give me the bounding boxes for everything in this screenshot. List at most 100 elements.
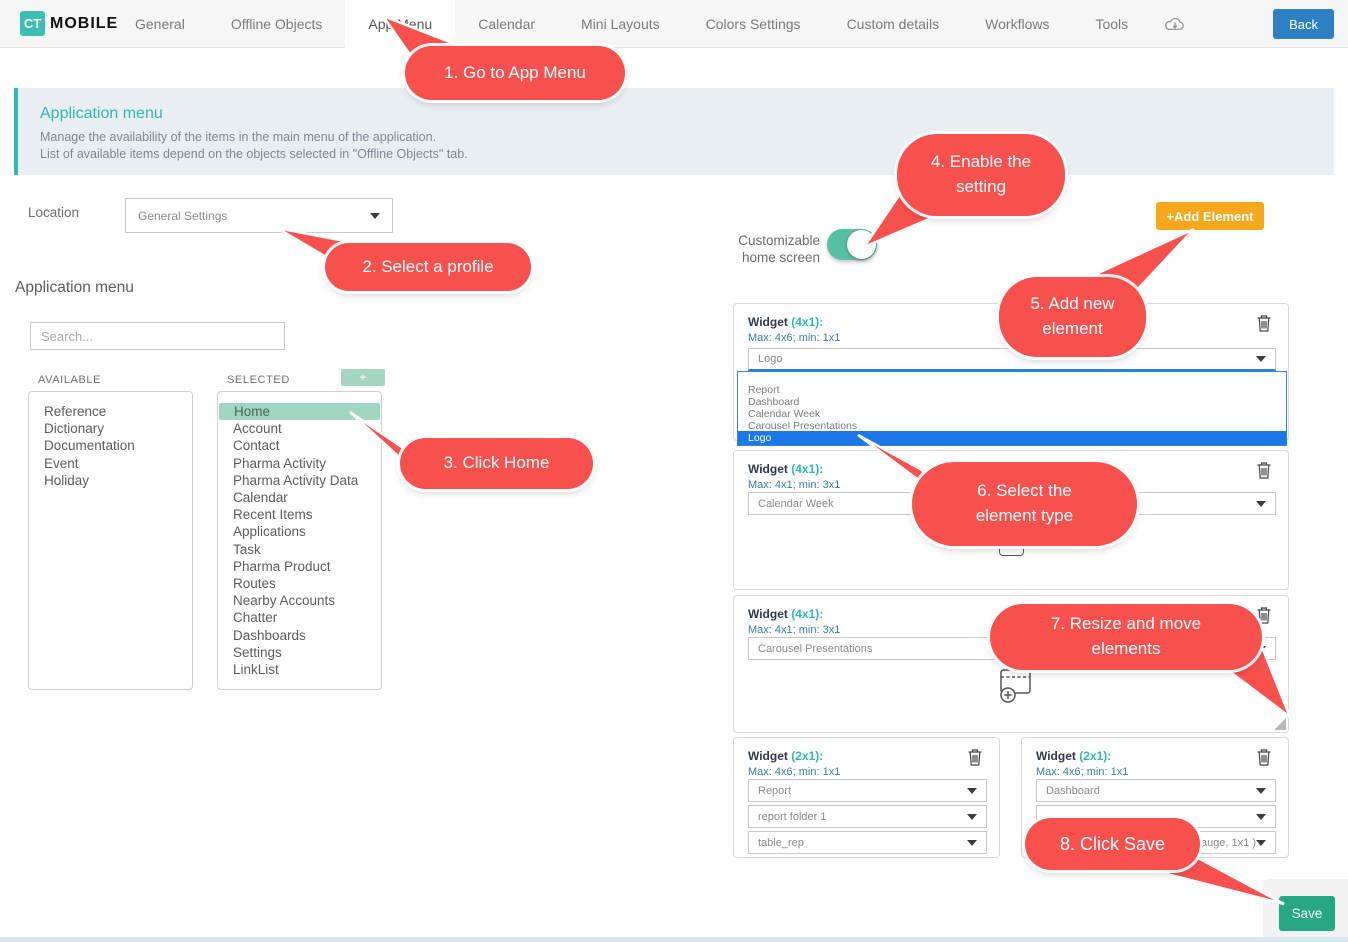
tab-app-menu[interactable]: App Menu: [345, 0, 455, 48]
tab-mini-layouts[interactable]: Mini Layouts: [558, 0, 683, 48]
dropdown-option-dashboard[interactable]: Dashboard: [738, 396, 1286, 408]
callout-2-select-a-profile: 2. Select a profile: [325, 243, 531, 291]
tab-colors-settings[interactable]: Colors Settings: [683, 0, 824, 48]
widget-size: (2x1):: [1079, 749, 1111, 763]
list-item[interactable]: Calendar: [218, 489, 381, 506]
list-item[interactable]: LinkList: [218, 661, 381, 678]
list-item[interactable]: Recent Items: [218, 506, 381, 523]
info-box-line-1: Manage the availability of the items in …: [40, 129, 1334, 146]
dropdown-option-logo-highlighted[interactable]: Logo: [738, 431, 1286, 445]
trash-icon[interactable]: [1256, 314, 1272, 337]
add-presentation-icon: [996, 668, 1034, 709]
application-menu-heading: Application menu: [15, 279, 134, 297]
list-item-home-selected[interactable]: Home: [219, 403, 380, 420]
list-item[interactable]: Dictionary: [29, 420, 192, 437]
location-label: Location: [28, 205, 79, 220]
info-box-line-2: List of available items depend on the ob…: [40, 146, 1334, 163]
widget-title: Widget: [748, 749, 788, 763]
widget-limits: Max: 4x6; min: 1x1: [748, 766, 840, 778]
trash-icon[interactable]: [967, 748, 983, 771]
chevron-down-icon: [967, 788, 977, 794]
chevron-down-icon: [1256, 788, 1266, 794]
list-item[interactable]: Applications: [218, 523, 381, 540]
chevron-down-icon: [1256, 814, 1266, 820]
widget-size: (4x1):: [791, 462, 823, 476]
cloud-download-icon[interactable]: [1151, 0, 1199, 48]
widget-limits: Max: 4x1; min: 3x1: [748, 624, 840, 636]
widget-size: (4x1):: [791, 607, 823, 621]
available-items-list: Reference Dictionary Documentation Event…: [28, 391, 193, 690]
available-column-label: AVAILABLE: [38, 374, 101, 386]
report-select[interactable]: table_rep: [748, 831, 987, 854]
trash-icon[interactable]: [1256, 748, 1272, 771]
app-menu-settings-page: CT MOBILE General Offline Objects App Me…: [0, 0, 1348, 942]
list-item[interactable]: Task: [218, 541, 381, 558]
callout-3-click-home: 3. Click Home: [400, 438, 593, 489]
callout-1-go-to-app-menu: 1. Go to App Menu: [405, 46, 625, 100]
back-button[interactable]: Back: [1273, 9, 1334, 39]
chevron-down-icon: [1256, 840, 1266, 846]
chevron-down-icon: [967, 814, 977, 820]
resize-handle[interactable]: [1274, 718, 1286, 730]
bottom-border-strip: [0, 937, 1348, 942]
location-select[interactable]: General Settings: [125, 198, 393, 233]
add-item-button[interactable]: +: [341, 369, 385, 386]
tab-general[interactable]: General: [112, 0, 208, 48]
tab-custom-details[interactable]: Custom details: [824, 0, 963, 48]
widget-size: (4x1):: [791, 315, 823, 329]
widget-type-select[interactable]: Dashboard: [1036, 779, 1276, 802]
list-item[interactable]: Contact: [218, 437, 381, 454]
tab-tools[interactable]: Tools: [1072, 0, 1151, 48]
ct-logo-icon: CT: [20, 11, 45, 36]
dropdown-option-calendar-week[interactable]: Calendar Week: [738, 408, 1286, 420]
chevron-down-icon: [967, 840, 977, 846]
widget-limits: Max: 4x6; min: 1x1: [748, 332, 840, 344]
list-item[interactable]: Chatter: [218, 609, 381, 626]
widget-type-select-open[interactable]: Logo: [748, 348, 1276, 371]
selected-items-list: Home Account Contact Pharma Activity Pha…: [217, 391, 382, 690]
customizable-home-screen-toggle[interactable]: [827, 229, 877, 260]
tab-calendar[interactable]: Calendar: [455, 0, 558, 48]
list-item[interactable]: Pharma Activity: [218, 455, 381, 472]
widget-type-value: Logo: [758, 353, 1256, 365]
widget-size: (2x1):: [791, 749, 823, 763]
dropdown-option-report[interactable]: Report: [738, 384, 1286, 396]
logo-text: MOBILE: [50, 15, 118, 33]
widget-type-select[interactable]: Report: [748, 779, 987, 802]
tab-workflows[interactable]: Workflows: [962, 0, 1072, 48]
list-item[interactable]: Nearby Accounts: [218, 592, 381, 609]
selected-column-label: SELECTED: [227, 374, 290, 386]
list-item[interactable]: Pharma Activity Data: [218, 472, 381, 489]
callout-8-click-save: 8. Click Save: [1025, 818, 1200, 870]
widget-limits: Max: 4x1; min: 3x1: [748, 479, 840, 491]
nav-tabs: General Offline Objects App Menu Calenda…: [112, 0, 1199, 48]
top-navbar: CT MOBILE General Offline Objects App Me…: [0, 0, 1348, 48]
list-item[interactable]: Account: [218, 420, 381, 437]
chevron-down-icon: [1256, 501, 1266, 507]
list-item[interactable]: Pharma Product: [218, 558, 381, 575]
trash-icon[interactable]: [1256, 461, 1272, 484]
widget-title: Widget: [1036, 749, 1076, 763]
chevron-down-icon: [1256, 356, 1266, 362]
location-select-value: General Settings: [138, 209, 370, 223]
widget-card-4: Widget (2x1): Max: 4x6; min: 1x1 Report …: [733, 737, 1000, 858]
add-element-button[interactable]: +Add Element: [1156, 202, 1264, 230]
widget-title: Widget: [748, 607, 788, 621]
widget-title: Widget: [748, 462, 788, 476]
save-button[interactable]: Save: [1279, 896, 1335, 931]
list-item[interactable]: Routes: [218, 575, 381, 592]
application-menu-info-box: Application menu Manage the availability…: [14, 88, 1334, 175]
widget-limits: Max: 4x6; min: 1x1: [1036, 766, 1128, 778]
search-input[interactable]: [30, 322, 285, 350]
list-item[interactable]: Documentation: [29, 437, 192, 454]
tab-offline-objects[interactable]: Offline Objects: [208, 0, 346, 48]
list-item[interactable]: Event: [29, 455, 192, 472]
list-item[interactable]: Dashboards: [218, 627, 381, 644]
toggle-knob: [847, 230, 876, 259]
report-folder-select[interactable]: report folder 1: [748, 805, 987, 828]
callout-7-resize-and-move-elements: 7. Resize and move elements: [990, 604, 1262, 670]
widget-title: Widget: [748, 315, 788, 329]
list-item[interactable]: Settings: [218, 644, 381, 661]
list-item[interactable]: Holiday: [29, 472, 192, 489]
list-item[interactable]: Reference: [29, 403, 192, 420]
